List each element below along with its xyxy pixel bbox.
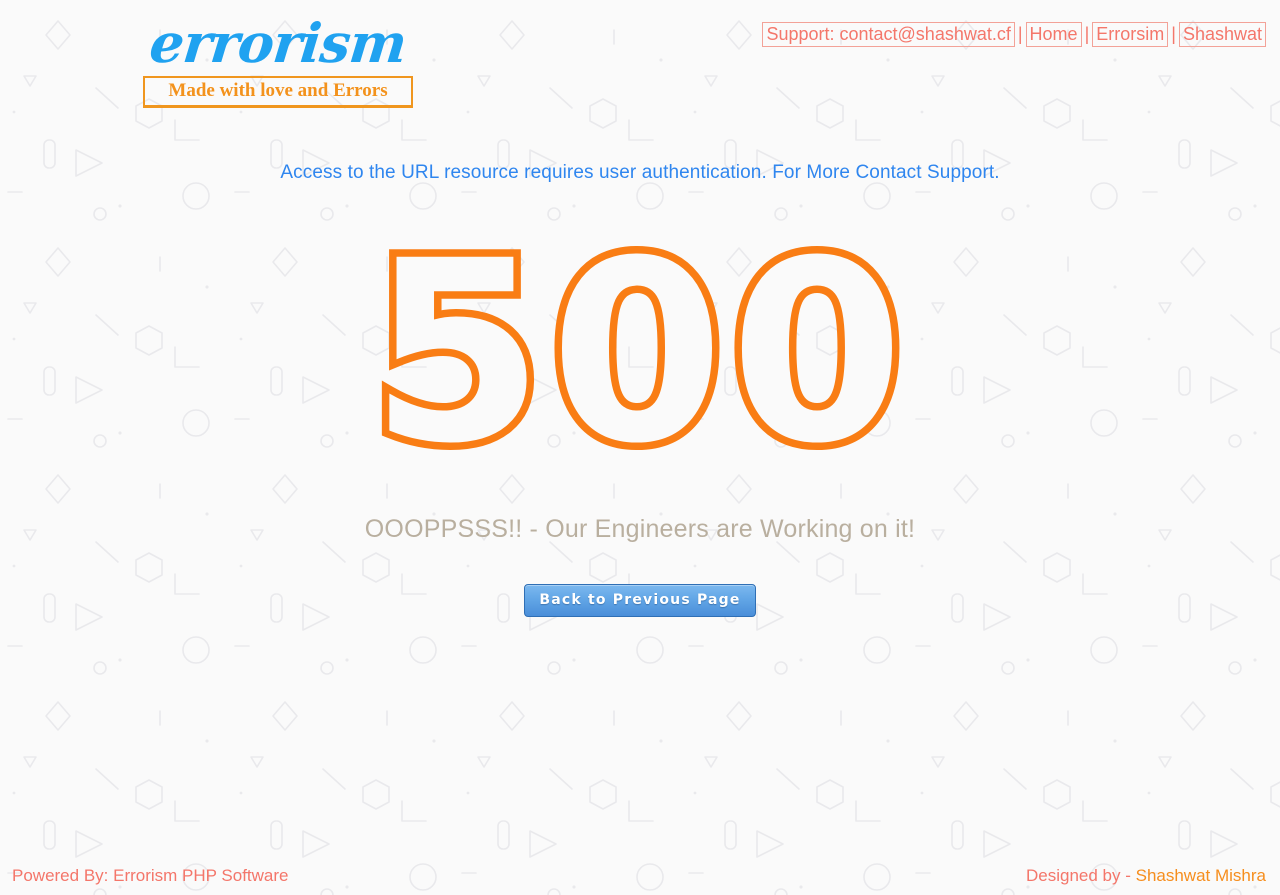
- footer-designed-by: Designed by - Shashwat Mishra: [1026, 865, 1266, 887]
- footer-author-name: Shashwat Mishra: [1135, 866, 1266, 885]
- error-code: 500: [363, 207, 912, 498]
- error-code-container: 500: [0, 207, 1280, 498]
- footer-powered-by: Powered By: Errorism PHP Software: [12, 866, 289, 885]
- nav-link-errorsim[interactable]: Errorsim: [1092, 22, 1169, 47]
- error-submessage: OOOPPSSS!! - Our Engineers are Working o…: [364, 515, 916, 543]
- nav-separator-2: |: [1084, 24, 1090, 44]
- nav-link-shashwat[interactable]: Shashwat: [1178, 22, 1266, 47]
- page-footer: Powered By: Errorism PHP Software Design…: [0, 849, 1280, 895]
- nav-separator-1: |: [1017, 24, 1023, 44]
- page-header: errorism Made with love and Errors Suppo…: [0, 0, 1280, 120]
- footer-designed-by-prefix: Designed by -: [1025, 866, 1136, 885]
- nav-link-support[interactable]: Support: contact@shashwat.cf: [762, 22, 1015, 47]
- error-message: Access to the URL resource requires user…: [280, 162, 1000, 183]
- logo-tagline: Made with love and Errors: [143, 76, 413, 108]
- logo-wordmark: errorism: [146, 11, 410, 75]
- site-logo[interactable]: errorism Made with love and Errors: [143, 11, 413, 108]
- action-row: Back to Previous Page: [0, 584, 1280, 617]
- nav-separator-3: |: [1171, 24, 1176, 44]
- back-to-previous-page-button[interactable]: Back to Previous Page: [524, 584, 756, 617]
- nav-link-home[interactable]: Home: [1025, 22, 1082, 47]
- top-navigation: Support: contact@shashwat.cf | Home | Errors…: [762, 22, 1266, 47]
- error-page: errorism Made with love and Errors Suppo…: [0, 0, 1280, 895]
